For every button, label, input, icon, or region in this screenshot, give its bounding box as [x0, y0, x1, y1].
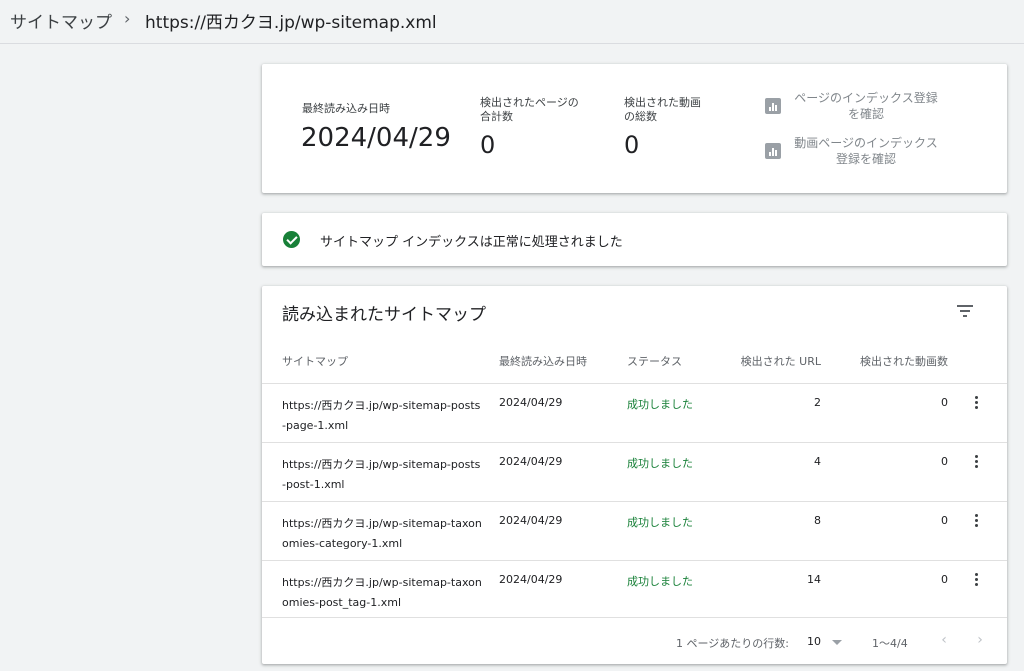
discovered-urls: 2: [814, 396, 821, 409]
discovered-urls: 8: [814, 514, 821, 527]
status-card: サイトマップ インデックスは正常に処理されました: [262, 213, 1007, 266]
sitemap-url: https://西カクヨ.jp/wp-sitemap-taxonomies-ca…: [282, 517, 482, 550]
discovered-urls: 14: [807, 573, 821, 586]
pages-count-value: 0: [480, 131, 496, 159]
discovered-videos: 0: [941, 573, 948, 586]
table-row[interactable]: https://西カクヨ.jp/wp-sitemap-posts-page-1.…: [262, 383, 1007, 442]
breadcrumb: サイトマップ › https://西カクヨ.jp/wp-sitemap.xml: [0, 0, 1024, 44]
more-vert-icon[interactable]: [974, 396, 980, 412]
column-header-last-read[interactable]: 最終読み込み日時: [499, 353, 587, 369]
column-header-urls[interactable]: 検出された URL: [741, 353, 821, 369]
check-video-indexing-link[interactable]: 動画ページのインデックス 登録を確認: [765, 135, 955, 167]
prev-page-button[interactable]: ‹: [934, 630, 954, 650]
next-page-button[interactable]: ›: [970, 630, 990, 650]
bar-chart-icon: [765, 143, 781, 159]
status-success: 成功しました: [627, 575, 693, 588]
page-range: 1〜4/4: [872, 637, 908, 650]
last-read-date: 2024/04/29: [499, 573, 563, 586]
sitemap-url: https://西カクヨ.jp/wp-sitemap-taxonomies-po…: [282, 576, 482, 609]
table-row[interactable]: https://西カクヨ.jp/wp-sitemap-posts-post-1.…: [262, 442, 1007, 501]
rows-per-page-select[interactable]: 10: [807, 635, 821, 648]
caret-down-icon[interactable]: [832, 640, 842, 645]
chevron-right-icon: ›: [124, 9, 131, 28]
sitemap-url: https://西カクヨ.jp/wp-sitemap-posts-page-1.…: [282, 399, 481, 432]
breadcrumb-sitemaps-link[interactable]: サイトマップ: [10, 8, 112, 33]
bar-chart-icon: [765, 98, 781, 114]
check-circle-icon: [283, 231, 300, 248]
breadcrumb-current: https://西カクヨ.jp/wp-sitemap.xml: [145, 13, 437, 33]
more-vert-icon[interactable]: [974, 455, 980, 471]
table-row[interactable]: https://西カクヨ.jp/wp-sitemap-taxonomies-po…: [262, 560, 1007, 619]
check-page-indexing-link[interactable]: ページのインデックス登録 を確認: [765, 90, 955, 122]
videos-count-value: 0: [624, 131, 640, 159]
rows-per-page-label: 1 ページあたりの行数:: [676, 637, 789, 650]
discovered-urls: 4: [814, 455, 821, 468]
column-header-status[interactable]: ステータス: [627, 353, 682, 369]
last-read-value: 2024/04/29: [301, 123, 451, 153]
pages-count-label-line1: 検出されたページの: [480, 96, 579, 109]
sitemaps-table-card: 読み込まれたサイトマップ サイトマップ 最終読み込み日時 ステータス 検出された…: [262, 286, 1007, 664]
table-title: 読み込まれたサイトマップ: [282, 305, 486, 325]
summary-card: 最終読み込み日時 2024/04/29 検出されたページの 合計数 0 検出され…: [262, 64, 1007, 193]
status-success: 成功しました: [627, 398, 693, 411]
more-vert-icon[interactable]: [974, 514, 980, 530]
discovered-videos: 0: [941, 396, 948, 409]
column-header-videos[interactable]: 検出された動画数: [860, 353, 948, 369]
link-text-line2: 登録を確認: [835, 152, 896, 166]
link-text-line1: 動画ページのインデックス: [794, 136, 938, 150]
videos-count-label-line1: 検出された動画: [624, 96, 701, 109]
last-read-date: 2024/04/29: [499, 514, 563, 527]
status-success: 成功しました: [627, 457, 693, 470]
pages-count-label-line2: 合計数: [480, 110, 513, 123]
last-read-date: 2024/04/29: [499, 396, 563, 409]
discovered-videos: 0: [941, 455, 948, 468]
filter-icon[interactable]: [957, 305, 975, 319]
status-success: 成功しました: [627, 516, 693, 529]
discovered-videos: 0: [941, 514, 948, 527]
column-header-sitemap[interactable]: サイトマップ: [282, 353, 348, 369]
last-read-label: 最終読み込み日時: [302, 102, 390, 115]
table-row[interactable]: https://西カクヨ.jp/wp-sitemap-taxonomies-ca…: [262, 501, 1007, 560]
table-pagination: 1 ページあたりの行数: 10 1〜4/4 ‹ ›: [262, 617, 1007, 664]
link-text-line1: ページのインデックス登録: [794, 91, 938, 105]
videos-count-label-line2: の総数: [624, 110, 657, 123]
status-message: サイトマップ インデックスは正常に処理されました: [320, 235, 623, 250]
link-text-line2: を確認: [847, 107, 884, 121]
sitemap-url: https://西カクヨ.jp/wp-sitemap-posts-post-1.…: [282, 458, 481, 491]
last-read-date: 2024/04/29: [499, 455, 563, 468]
more-vert-icon[interactable]: [974, 573, 980, 589]
